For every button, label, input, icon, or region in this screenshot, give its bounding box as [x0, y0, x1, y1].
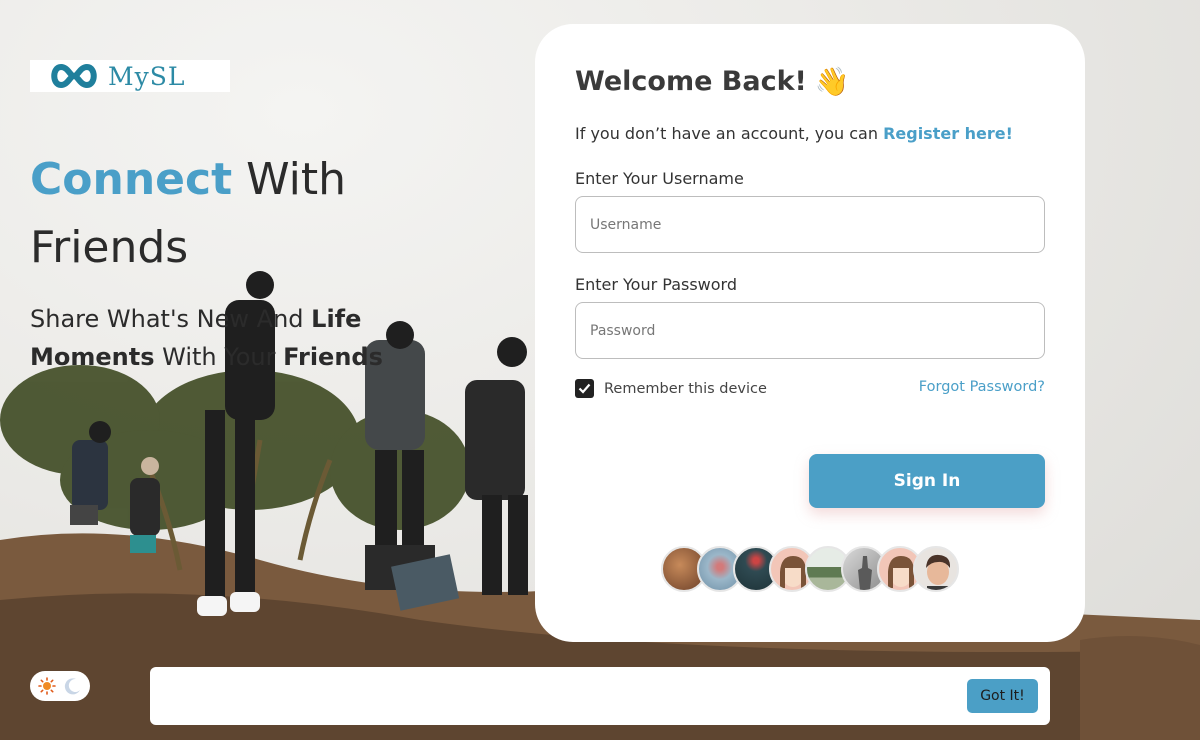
- hero-subtitle-part2: With Your: [154, 343, 284, 371]
- brand-name: MySL: [108, 61, 186, 91]
- brand-logo[interactable]: MySL: [30, 60, 230, 92]
- hero-subtitle-bold2: Friends: [283, 343, 383, 371]
- hero-subtitle: Share What's New And Life Moments With Y…: [30, 300, 400, 376]
- hero-title-accent: Connect: [30, 154, 233, 205]
- cookie-notice-bar: Got It!: [150, 667, 1050, 725]
- forgot-password-link[interactable]: Forgot Password?: [919, 379, 1045, 395]
- infinity-logo-icon: [48, 63, 100, 89]
- remember-label: Remember this device: [604, 380, 767, 397]
- sign-in-button[interactable]: Sign In: [809, 454, 1045, 508]
- sun-icon[interactable]: [38, 677, 56, 695]
- username-input[interactable]: [575, 196, 1045, 253]
- hero-title: Connect With Friends: [30, 146, 450, 282]
- theme-toggle[interactable]: [30, 671, 90, 701]
- remember-device-toggle[interactable]: Remember this device: [575, 379, 767, 398]
- login-card: Welcome Back! 👋 If you don’t have an acc…: [535, 24, 1085, 642]
- register-prompt: If you don’t have an account, you can Re…: [575, 124, 1013, 143]
- login-title-text: Welcome Back!: [575, 66, 807, 97]
- login-title: Welcome Back! 👋: [575, 66, 850, 97]
- avatar-group: [661, 546, 959, 592]
- password-label: Enter Your Password: [575, 275, 738, 294]
- waving-hand-icon: 👋: [814, 64, 850, 98]
- moon-icon[interactable]: [64, 677, 82, 695]
- register-prompt-text: If you don’t have an account, you can: [575, 124, 884, 143]
- remember-checkbox[interactable]: [575, 379, 594, 398]
- got-it-button[interactable]: Got It!: [967, 679, 1038, 713]
- avatar: [913, 546, 959, 592]
- password-input[interactable]: [575, 302, 1045, 359]
- register-link[interactable]: Register here!: [883, 124, 1013, 143]
- username-label: Enter Your Username: [575, 169, 744, 188]
- hero-subtitle-part1: Share What's New And: [30, 305, 312, 333]
- checkmark-icon: [578, 383, 591, 394]
